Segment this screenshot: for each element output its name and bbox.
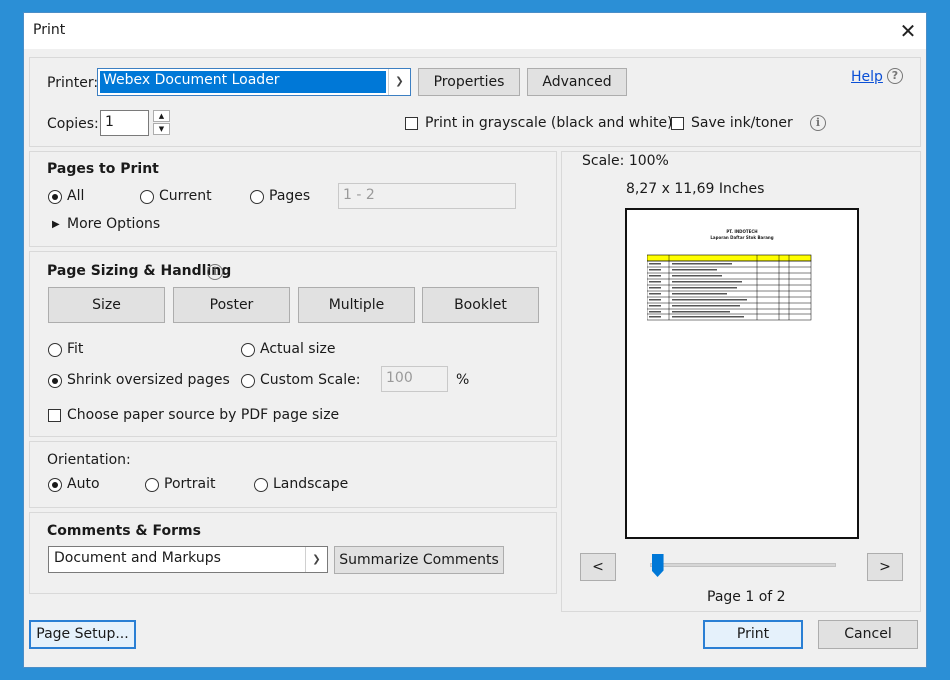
- pages-label: Pages: [269, 188, 311, 204]
- fit-radio[interactable]: [48, 343, 62, 357]
- fit-label: Fit: [67, 341, 84, 357]
- page-sizing-panel: Page Sizing & Handling i Size Poster Mul…: [29, 251, 557, 437]
- custom-scale-label: Custom Scale:: [260, 372, 361, 388]
- custom-scale-radio[interactable]: [241, 374, 255, 388]
- save-ink-checkbox[interactable]: [671, 117, 684, 130]
- poster-tab[interactable]: Poster: [173, 287, 290, 323]
- info-icon[interactable]: i: [810, 115, 826, 131]
- printer-select-value: Webex Document Loader: [100, 71, 386, 93]
- custom-scale-input[interactable]: 100: [381, 366, 448, 392]
- page-slider-thumb[interactable]: [651, 554, 664, 577]
- comments-select[interactable]: Document and Markups ❯: [48, 546, 328, 573]
- pages-radio[interactable]: [250, 190, 264, 204]
- auto-radio[interactable]: [48, 478, 62, 492]
- paper-source-label: Choose paper source by PDF page size: [67, 407, 340, 423]
- triangle-right-icon[interactable]: ▶: [52, 219, 60, 230]
- pages-to-print-heading: Pages to Print: [47, 161, 159, 177]
- shrink-radio[interactable]: [48, 374, 62, 388]
- comments-forms-heading: Comments & Forms: [47, 523, 201, 539]
- pages-range-value: 1 - 2: [343, 187, 375, 203]
- preview-doc-title: PT. INDOTECH: [726, 229, 758, 234]
- help-link[interactable]: Help: [851, 69, 883, 85]
- paper-source-checkbox[interactable]: [48, 409, 61, 422]
- pages-range-input[interactable]: 1 - 2: [338, 183, 516, 209]
- custom-scale-value: 100: [386, 370, 413, 386]
- copies-label: Copies:: [47, 116, 99, 132]
- printer-select[interactable]: Webex Document Loader ❯: [97, 68, 411, 96]
- all-label: All: [67, 188, 85, 204]
- more-options-toggle[interactable]: More Options: [67, 216, 160, 232]
- multiple-tab[interactable]: Multiple: [298, 287, 415, 323]
- copies-value: 1: [105, 114, 114, 130]
- page-status: Page 1 of 2: [707, 589, 786, 605]
- page-setup-button[interactable]: Page Setup...: [29, 620, 136, 649]
- preview-table: [647, 254, 812, 321]
- print-button[interactable]: Print: [703, 620, 803, 649]
- save-ink-label: Save ink/toner: [691, 115, 793, 131]
- page-preview: PT. INDOTECH Laporan Daftar Stok Barang: [625, 208, 859, 539]
- landscape-label: Landscape: [273, 476, 349, 492]
- all-radio[interactable]: [48, 190, 62, 204]
- properties-button[interactable]: Properties: [418, 68, 520, 96]
- size-tab[interactable]: Size: [48, 287, 165, 323]
- orientation-heading: Orientation:: [47, 452, 131, 468]
- chevron-down-icon[interactable]: ❯: [388, 69, 410, 95]
- booklet-tab[interactable]: Booklet: [422, 287, 539, 323]
- scale-label: Scale: 100%: [582, 153, 669, 169]
- preview-doc-subtitle: Laporan Daftar Stok Barang: [710, 235, 774, 240]
- cancel-button[interactable]: Cancel: [818, 620, 918, 649]
- printer-panel: Printer: Webex Document Loader ❯ Propert…: [29, 57, 921, 147]
- prev-page-button[interactable]: <: [580, 553, 616, 581]
- comments-chevron-down-icon[interactable]: ❯: [305, 547, 327, 572]
- grayscale-checkbox[interactable]: [405, 117, 418, 130]
- page-sizing-heading: Page Sizing & Handling: [47, 263, 232, 279]
- sizing-info-icon[interactable]: i: [207, 264, 223, 280]
- comments-forms-panel: Comments & Forms Document and Markups ❯ …: [29, 512, 557, 594]
- actual-size-label: Actual size: [260, 341, 336, 357]
- comments-select-value: Document and Markups: [54, 550, 221, 566]
- pages-to-print-panel: Pages to Print All Current Pages 1 - 2 ▶…: [29, 151, 557, 247]
- percent-label: %: [456, 372, 470, 388]
- grayscale-label: Print in grayscale (black and white): [425, 115, 673, 131]
- stepper-down-icon[interactable]: ▼: [153, 123, 170, 135]
- help-icon[interactable]: ?: [887, 68, 903, 84]
- orientation-panel: Orientation: Auto Portrait Landscape: [29, 441, 557, 508]
- printer-label: Printer:: [47, 75, 99, 91]
- next-page-button[interactable]: >: [867, 553, 903, 581]
- landscape-radio[interactable]: [254, 478, 268, 492]
- title-bar: Print ✕: [24, 13, 926, 49]
- close-icon[interactable]: ✕: [896, 19, 920, 43]
- current-radio[interactable]: [140, 190, 154, 204]
- stepper-up-icon[interactable]: ▲: [153, 110, 170, 122]
- preview-panel: Scale: 100% 8,27 x 11,69 Inches PT. INDO…: [561, 151, 921, 612]
- summarize-comments-button[interactable]: Summarize Comments: [334, 546, 504, 574]
- portrait-label: Portrait: [164, 476, 216, 492]
- copies-stepper[interactable]: ▲ ▼: [153, 110, 170, 136]
- current-label: Current: [159, 188, 212, 204]
- auto-label: Auto: [67, 476, 100, 492]
- shrink-label: Shrink oversized pages: [67, 372, 230, 388]
- actual-size-radio[interactable]: [241, 343, 255, 357]
- portrait-radio[interactable]: [145, 478, 159, 492]
- print-dialog: Print ✕ Printer: Webex Document Loader ❯…: [23, 12, 927, 668]
- dialog-title: Print: [33, 22, 66, 38]
- page-slider-track[interactable]: [650, 563, 836, 567]
- advanced-button[interactable]: Advanced: [527, 68, 627, 96]
- paper-size-label: 8,27 x 11,69 Inches: [626, 181, 765, 197]
- copies-input[interactable]: 1: [100, 110, 149, 136]
